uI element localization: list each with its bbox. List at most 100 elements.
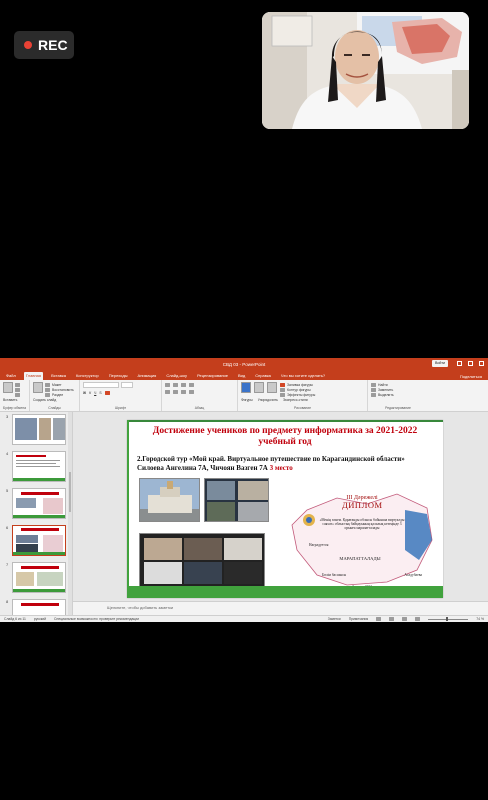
line-spacing-icon[interactable] — [189, 382, 194, 387]
slides-group-label: Слайды — [48, 406, 61, 410]
font-name-box[interactable] — [83, 382, 119, 388]
quick-styles-button[interactable]: Экспресс-стили — [283, 398, 308, 402]
align-left-icon[interactable] — [165, 389, 170, 394]
reset-button[interactable]: Восстановить — [52, 388, 74, 392]
thumbnail-number: 3 — [6, 414, 9, 419]
thumbnail-row[interactable]: 5 — [0, 486, 72, 523]
new-slide-icon[interactable] — [33, 382, 43, 393]
paste-icon[interactable] — [3, 382, 13, 393]
arrange-icon[interactable] — [254, 382, 264, 393]
layout-icon — [45, 382, 50, 387]
font-color-icon[interactable] — [104, 390, 110, 395]
photo-building[interactable] — [139, 478, 200, 522]
minimize-icon[interactable] — [457, 361, 462, 366]
share-button[interactable]: Поделиться — [460, 374, 482, 379]
thumbnail-row[interactable]: 3 — [0, 412, 72, 449]
zoom-level[interactable]: 74 % — [476, 617, 484, 621]
diploma-sign-left: Бөлім басшысы — [322, 573, 347, 577]
copy-icon[interactable] — [15, 387, 20, 392]
outline-icon — [280, 387, 285, 392]
title-bar: СВД 03 - PowerPoint Войти — [0, 358, 488, 370]
underline-icon[interactable]: Ч — [94, 391, 96, 395]
thumbnail-row[interactable]: 4 — [0, 449, 72, 486]
tab-file[interactable]: Файл — [4, 372, 18, 380]
diploma-word: ДИПЛОМ — [342, 500, 383, 510]
justify-icon[interactable] — [189, 389, 194, 394]
layout-button[interactable]: Макет — [52, 383, 62, 387]
quick-styles-icon[interactable] — [267, 382, 277, 393]
slide-thumbnail[interactable] — [12, 414, 66, 445]
diploma-image[interactable]: III Дәрежелі ДИПЛОМ «Менің өлкем. Қараға… — [287, 490, 437, 590]
notes-button[interactable]: Заметки — [328, 617, 341, 621]
photo-video-call[interactable] — [139, 533, 265, 589]
shape-effects-button[interactable]: Эффекты фигуры — [287, 393, 315, 397]
tab-slideshow[interactable]: Слайд-шоу — [164, 372, 189, 380]
status-right: Заметки Примечания 74 % — [328, 617, 484, 621]
tab-review[interactable]: Рецензирование — [195, 372, 230, 380]
slide-thumbnail-selected[interactable] — [12, 525, 66, 556]
tab-transitions[interactable]: Переходы — [107, 372, 130, 380]
shapes-icon[interactable] — [241, 382, 251, 393]
signin-button[interactable]: Войти — [431, 360, 448, 367]
window-controls — [457, 361, 484, 366]
tab-home[interactable]: Главная — [23, 372, 44, 380]
tab-help[interactable]: Справка — [253, 372, 273, 380]
slide-thumbnails-pane[interactable]: 3 4 5 6 7 8 — [0, 412, 73, 622]
photo-zoom-meeting[interactable] — [204, 478, 269, 522]
reading-view-icon[interactable] — [402, 617, 408, 621]
notes-pane[interactable]: Щелкните, чтобы добавить заметки — [73, 601, 488, 615]
diploma-signatures: Бөлім басшысы Асадубаева — [322, 573, 422, 577]
diploma-title: III Дәрежелі ДИПЛОМ — [342, 495, 382, 509]
thumbnails-scrollbar[interactable] — [68, 412, 72, 615]
section-button[interactable]: Раздел — [52, 393, 63, 397]
zoom-slider[interactable] — [428, 617, 469, 621]
webcam-scene — [262, 12, 469, 129]
numbering-icon[interactable] — [173, 382, 178, 387]
slide-title[interactable]: Достижение учеников по предмету информат… — [147, 426, 423, 448]
reset-icon — [45, 387, 50, 392]
slideshow-view-icon[interactable] — [415, 617, 421, 621]
new-slide-button[interactable]: Создать слайд — [33, 397, 76, 402]
select-icon — [371, 392, 376, 397]
indent-icon[interactable] — [181, 382, 186, 387]
tab-animations[interactable]: Анимация — [136, 372, 159, 380]
tab-design[interactable]: Конструктор — [74, 372, 101, 380]
current-slide[interactable]: Достижение учеников по предмету информат… — [127, 420, 443, 598]
align-center-icon[interactable] — [173, 389, 178, 394]
tab-insert[interactable]: Вставка — [49, 372, 68, 380]
shape-fill-button[interactable]: Заливка фигуры — [287, 383, 313, 387]
maximize-icon[interactable] — [468, 361, 473, 366]
replace-button[interactable]: Заменить — [378, 388, 393, 392]
drawing-group: Заливка фигуры Контур фигуры Эффекты фиг… — [238, 380, 368, 411]
align-right-icon[interactable] — [181, 389, 186, 394]
language-indicator[interactable]: русский — [34, 617, 46, 621]
shapes-button[interactable]: Фигуры — [241, 398, 253, 402]
find-icon — [371, 382, 376, 387]
slide-subtitle[interactable]: 2.Городской тур «Мой край. Виртуальное п… — [137, 455, 427, 472]
thumbnail-row[interactable]: 7 — [0, 560, 72, 597]
cut-icon[interactable] — [15, 382, 20, 387]
find-button[interactable]: Найти — [378, 383, 388, 387]
slide-sorter-icon[interactable] — [389, 617, 395, 621]
bold-icon[interactable]: Ж — [83, 391, 86, 395]
slide-thumbnail[interactable] — [12, 488, 66, 519]
strikethrough-icon[interactable]: S — [99, 391, 101, 395]
comments-button[interactable]: Примечания — [349, 617, 369, 621]
arrange-button[interactable]: Упорядочить — [258, 398, 278, 402]
select-button[interactable]: Выделить — [378, 393, 394, 397]
normal-view-icon[interactable] — [376, 617, 382, 621]
shape-outline-button[interactable]: Контур фигуры — [287, 388, 311, 392]
slide-thumbnail[interactable] — [12, 562, 66, 593]
tab-view[interactable]: Вид — [236, 372, 247, 380]
thumbnail-row[interactable]: 6 — [0, 523, 72, 560]
slide-thumbnail[interactable] — [12, 451, 66, 482]
tell-me-search[interactable]: Что вы хотите сделать? — [279, 372, 327, 380]
close-icon[interactable] — [479, 361, 484, 366]
format-painter-icon[interactable] — [15, 392, 20, 397]
paragraph-group: Абзац — [162, 380, 238, 411]
font-size-box[interactable] — [121, 382, 133, 388]
bullets-icon[interactable] — [165, 382, 170, 387]
accessibility-status[interactable]: Специальные возможности: проверьте реком… — [54, 617, 139, 621]
italic-icon[interactable]: К — [89, 391, 91, 395]
editing-group-label: Редактирование — [385, 406, 411, 410]
